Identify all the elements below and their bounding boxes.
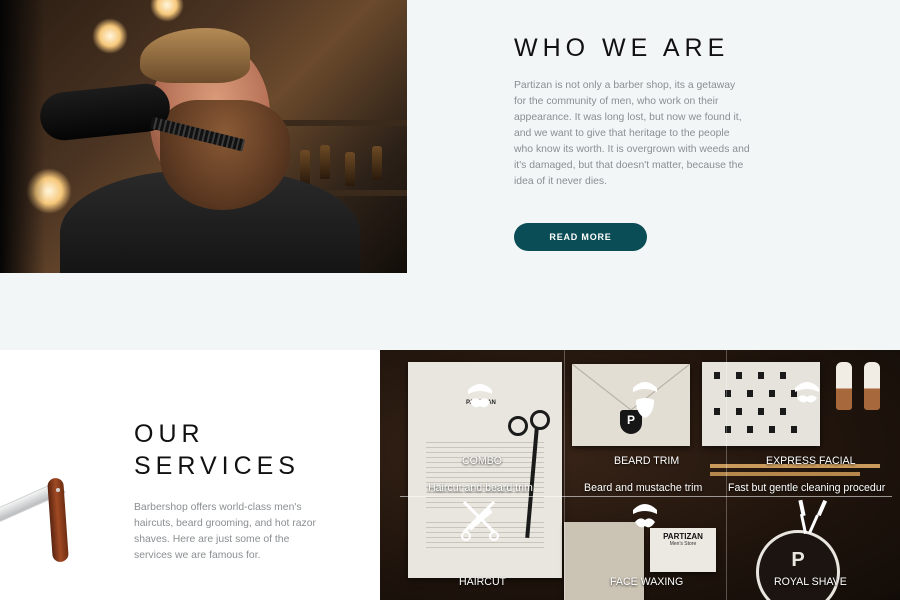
bottle [345,152,355,186]
customer-hair [140,28,250,83]
mustache-icon [633,504,657,528]
read-more-button[interactable]: READ MORE [514,223,647,251]
service-combo[interactable]: COMBO Haircut and beard trim [380,350,564,496]
service-beard-trim-desc: Beard and mustache trim [584,482,703,494]
bottle [320,145,330,179]
services-title-line2: SERVICES [134,452,300,480]
face-icon [795,382,819,403]
service-haircut-name: HAIRCUT [459,576,507,588]
razor-pin [56,488,60,492]
razors-icon [798,499,828,534]
who-we-are-text: Partizan is not only a barber shop, its … [514,80,750,187]
service-royal-shave[interactable]: ROYAL SHAVE [726,496,900,600]
ceiling-lamp [150,0,184,22]
photo-shade [0,0,45,273]
service-beard-trim-name: BEARD TRIM [614,455,680,467]
scissors-comb-icon [461,500,499,541]
ceiling-lamp [92,18,128,54]
service-express-facial-desc: Fast but gentle cleaning procedur [728,482,886,494]
services-intro: OUR SERVICES Barbershop offers world-cla… [0,350,380,600]
mustache-icon [468,384,492,408]
services-grid: PARTIZAN P PARTIZAN Men's Store P [380,350,900,600]
beard-icon [633,382,657,418]
services-title: OUR SERVICES [134,418,300,482]
service-express-facial[interactable]: EXPRESS FACIAL Fast but gentle cleaning … [726,350,900,496]
service-face-waxing[interactable]: FACE WAXING [564,496,726,600]
bottle [300,150,310,184]
service-combo-name: COMBO [462,455,503,467]
straight-razor-image [0,466,84,566]
service-express-facial-name: EXPRESS FACIAL [766,455,856,467]
service-combo-desc: Haircut and beard trim [428,482,533,494]
bottle [372,146,382,180]
service-royal-shave-name: ROYAL SHAVE [774,576,847,588]
services-title-line1: OUR [134,420,205,448]
barber-hero-photo [0,0,407,273]
service-face-waxing-name: FACE WAXING [610,576,684,588]
service-haircut[interactable]: HAIRCUT [380,496,564,600]
service-beard-trim[interactable]: BEARD TRIM Beard and mustache trim [564,350,726,496]
services-text: Barbershop offers world-class men's hair… [134,502,316,561]
who-we-are-title: WHO WE ARE [514,34,730,62]
